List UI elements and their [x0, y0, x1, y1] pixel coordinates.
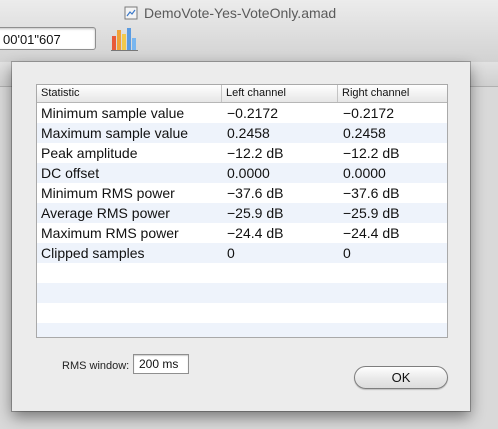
statistic-cell: Maximum sample value	[41, 125, 189, 141]
statistics-dialog: Statistic Left channel Right channel Min…	[12, 62, 470, 411]
left-channel-cell: −37.6 dB	[227, 185, 284, 201]
table-row[interactable]: DC offset 0.0000 0.0000	[37, 163, 447, 183]
statistic-cell: Clipped samples	[41, 245, 145, 261]
right-channel-cell	[337, 283, 447, 303]
table-body: Minimum sample value −0.2172 −0.2172 Maximu…	[37, 103, 447, 337]
statistic-cell	[37, 323, 221, 337]
left-channel-cell: −0.2172	[227, 105, 278, 121]
document-icon	[124, 6, 138, 20]
left-channel-cell: −12.2 dB	[227, 145, 284, 161]
statistic-cell: Average RMS power	[41, 205, 170, 221]
left-channel-cell: 0	[227, 245, 235, 261]
window-title: DemoVote-Yes-VoteOnly.amad	[144, 5, 337, 21]
column-header-statistic[interactable]: Statistic	[37, 85, 221, 102]
left-channel-cell: −24.4 dB	[227, 225, 284, 241]
window-titlebar: DemoVote-Yes-VoteOnly.amad 00'01"607	[0, 0, 498, 63]
right-channel-cell: 0.0000	[343, 165, 386, 181]
statistic-cell: DC offset	[41, 165, 100, 181]
table-row[interactable]: Maximum sample value 0.2458 0.2458	[37, 123, 447, 143]
time-display[interactable]: 00'01"607	[0, 27, 96, 50]
table-row[interactable]: Clipped samples 0 0	[37, 243, 447, 263]
table-row[interactable]: Minimum RMS power −37.6 dB −37.6 dB	[37, 183, 447, 203]
statistic-cell	[37, 263, 221, 283]
statistic-cell	[37, 303, 221, 323]
statistic-cell: Maximum RMS power	[41, 225, 179, 241]
right-channel-cell: −12.2 dB	[343, 145, 400, 161]
left-channel-cell: 0.2458	[227, 125, 270, 141]
right-channel-cell: −0.2172	[343, 105, 394, 121]
table-row[interactable]: Average RMS power −25.9 dB −25.9 dB	[37, 203, 447, 223]
rms-window-field[interactable]: 200 ms	[133, 354, 189, 374]
right-channel-cell	[337, 263, 447, 283]
table-row	[37, 303, 447, 323]
right-channel-cell	[337, 303, 447, 323]
table-row[interactable]: Peak amplitude −12.2 dB −12.2 dB	[37, 143, 447, 163]
statistic-cell: Minimum RMS power	[41, 185, 175, 201]
right-channel-cell: −25.9 dB	[343, 205, 400, 221]
left-channel-cell	[221, 263, 337, 283]
left-channel-cell: −25.9 dB	[227, 205, 284, 221]
statistic-cell: Peak amplitude	[41, 145, 138, 161]
left-channel-cell	[221, 283, 337, 303]
right-channel-cell: 0	[343, 245, 351, 261]
ok-button[interactable]: OK	[354, 366, 448, 389]
table-row[interactable]: Maximum RMS power −24.4 dB −24.4 dB	[37, 223, 447, 243]
table-row	[37, 323, 447, 337]
rms-window-label: RMS window:	[62, 360, 130, 372]
left-channel-cell	[221, 323, 337, 337]
bar-chart-icon[interactable]	[110, 26, 140, 52]
window-title-group: DemoVote-Yes-VoteOnly.amad	[124, 4, 336, 22]
table-row	[37, 263, 447, 283]
right-channel-cell: −37.6 dB	[343, 185, 400, 201]
statistic-cell: Minimum sample value	[41, 105, 185, 121]
table-row[interactable]: Minimum sample value −0.2172 −0.2172	[37, 103, 447, 123]
column-header-right-channel[interactable]: Right channel	[337, 85, 447, 102]
right-channel-cell: −24.4 dB	[343, 225, 400, 241]
statistic-cell	[37, 283, 221, 303]
column-header-left-channel[interactable]: Left channel	[221, 85, 337, 102]
right-channel-cell	[337, 323, 447, 337]
statistics-table: Statistic Left channel Right channel Min…	[36, 84, 448, 338]
left-channel-cell: 0.0000	[227, 165, 270, 181]
right-channel-cell: 0.2458	[343, 125, 386, 141]
table-row	[37, 283, 447, 303]
left-channel-cell	[221, 303, 337, 323]
table-header: Statistic Left channel Right channel	[37, 85, 447, 103]
